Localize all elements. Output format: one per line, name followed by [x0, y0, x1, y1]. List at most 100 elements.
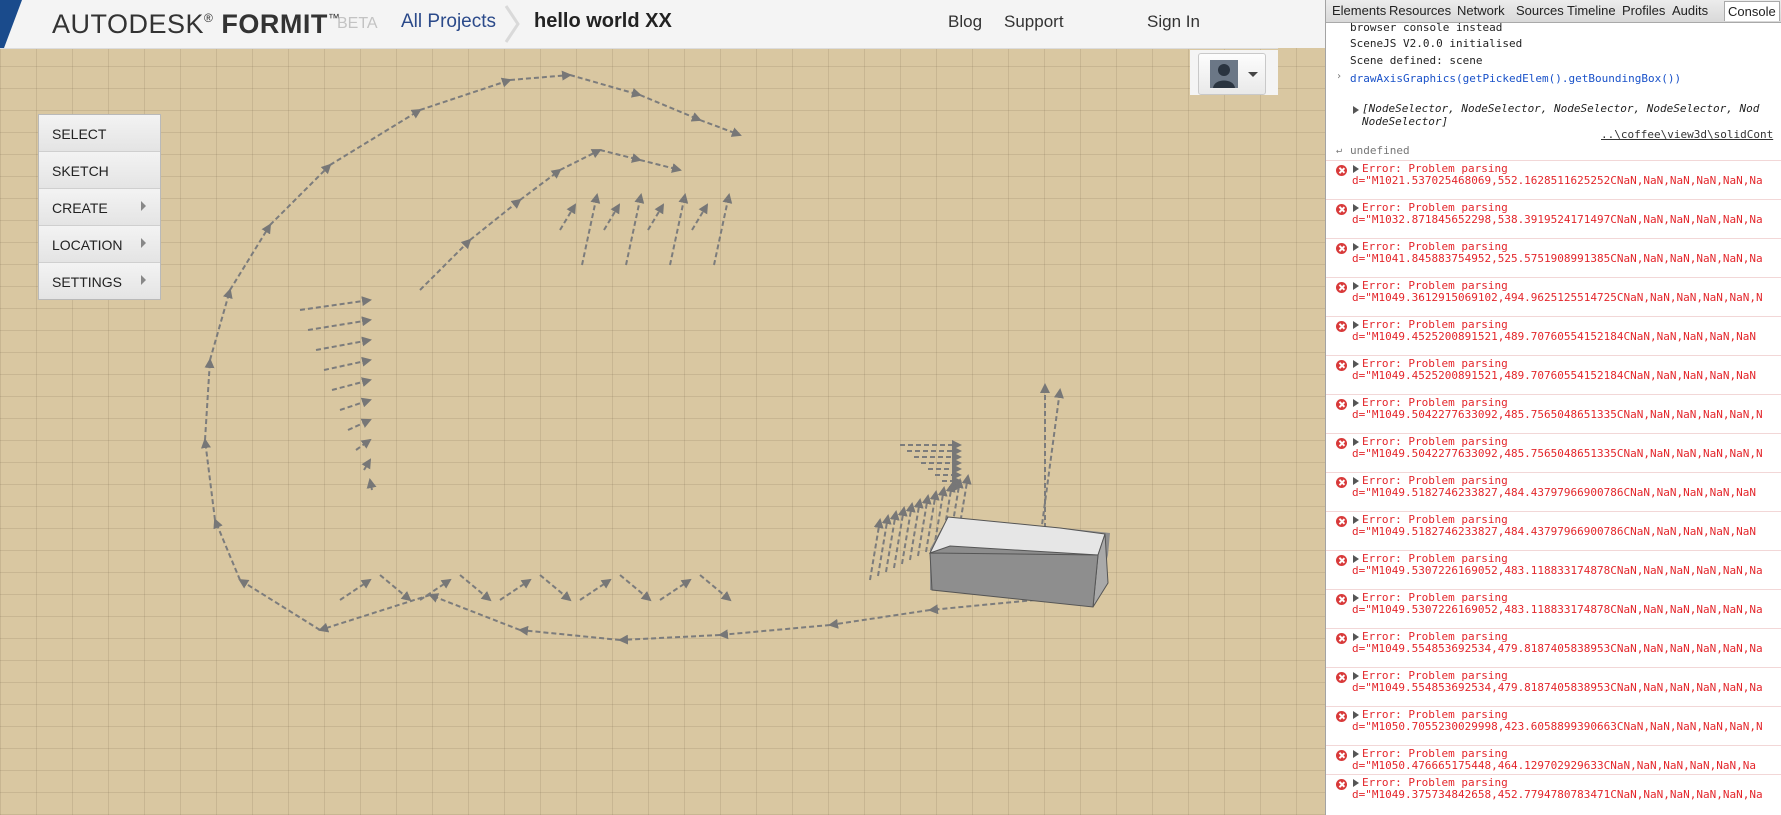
error-icon	[1336, 399, 1347, 410]
source-file-link[interactable]: ..\coffee\view3d\solidCont	[1601, 128, 1773, 141]
error-detail: d="M1050.7055230029998,423.6058899390663…	[1352, 720, 1763, 733]
error-icon	[1336, 633, 1347, 644]
axis-arrow	[315, 336, 372, 351]
console-error-row[interactable]: Error: Problem parsing d="M1049.504227763…	[1326, 394, 1781, 434]
console-error-row[interactable]: Error: Problem parsing d="M1049.452520089…	[1326, 355, 1781, 395]
error-icon	[1336, 438, 1347, 449]
expand-triangle-icon[interactable]	[1353, 779, 1359, 787]
error-icon	[1336, 555, 1347, 566]
user-menu-container	[1190, 50, 1278, 95]
axis-arrow	[238, 578, 321, 631]
selected-box[interactable]	[929, 516, 1110, 608]
expand-triangle-icon[interactable]	[1353, 106, 1359, 114]
axis-arrow	[201, 438, 216, 521]
error-detail: d="M1049.5182746233827,484.4379796690078…	[1352, 525, 1756, 538]
axis-arrow	[539, 574, 572, 602]
expand-triangle-icon[interactable]	[1353, 516, 1359, 524]
console-error-row[interactable]: Error: Problem parsing d="M1049.554853692…	[1326, 667, 1781, 707]
menu-label: CREATE	[52, 200, 108, 216]
support-link[interactable]: Support	[1004, 12, 1064, 32]
tab-sources[interactable]: Sources	[1516, 3, 1564, 18]
axis-arrow	[619, 574, 652, 602]
menu-item-settings[interactable]: SETTINGS	[39, 263, 160, 299]
user-menu-button[interactable]	[1198, 53, 1266, 95]
expand-triangle-icon[interactable]	[1353, 321, 1359, 329]
expand-triangle-icon[interactable]	[1353, 399, 1359, 407]
console-error-row[interactable]: Error: Problem parsing d="M1021.537025468…	[1326, 160, 1781, 200]
menu-item-sketch[interactable]: SKETCH	[39, 152, 160, 189]
menu-label: SELECT	[52, 126, 107, 142]
axis-arrow	[893, 506, 908, 569]
console-error-row[interactable]: Error: Problem parsing d="M1049.452520089…	[1326, 316, 1781, 356]
console-error-row[interactable]: Error: Problem parsing d="M1049.530722616…	[1326, 589, 1781, 629]
console-output[interactable]: browser console instead SceneJS V2.0.0 i…	[1326, 21, 1781, 815]
axis-arrow	[917, 494, 932, 557]
tab-network[interactable]: Network	[1457, 3, 1505, 18]
expand-triangle-icon[interactable]	[1353, 243, 1359, 251]
axis-arrow	[307, 316, 372, 331]
expand-triangle-icon[interactable]	[1353, 165, 1359, 173]
console-error-row[interactable]: Error: Problem parsing d="M1049.518274623…	[1326, 472, 1781, 512]
menu-item-select[interactable]: SELECT	[39, 115, 160, 152]
console-error-row[interactable]: Error: Problem parsing d="M1049.375734842…	[1326, 774, 1781, 814]
axis-arrow	[713, 193, 733, 266]
error-icon	[1336, 477, 1347, 488]
expand-triangle-icon[interactable]	[1353, 477, 1359, 485]
console-error-row[interactable]: Error: Problem parsing d="M1049.530722616…	[1326, 550, 1781, 590]
axis-arrow	[877, 514, 892, 577]
product-name: FORMIT	[221, 9, 328, 39]
expand-triangle-icon[interactable]	[1353, 555, 1359, 563]
axis-arrow	[869, 518, 884, 581]
result-array-line: NodeSelector]	[1362, 115, 1449, 128]
console-error-row[interactable]: Error: Problem parsing d="M1041.845883754…	[1326, 238, 1781, 278]
axis-arrow	[581, 193, 601, 266]
expand-triangle-icon[interactable]	[1353, 711, 1359, 719]
beta-label: BETA	[337, 15, 378, 32]
tab-resources[interactable]: Resources	[1389, 3, 1451, 18]
error-detail: d="M1041.845883754952,525.5751908991385C…	[1352, 252, 1763, 265]
axis-arrow	[828, 609, 931, 629]
brand-name: AUTODESK	[52, 9, 205, 39]
error-detail: d="M1049.4525200891521,489.7076055415218…	[1352, 369, 1756, 382]
axis-arrow	[569, 74, 642, 98]
console-error-row[interactable]: Error: Problem parsing d="M1050.705523002…	[1326, 706, 1781, 746]
tab-console[interactable]: Console	[1724, 1, 1780, 21]
console-error-row[interactable]: Error: Problem parsing d="M1032.871845652…	[1326, 199, 1781, 239]
axis-arrow	[909, 498, 924, 561]
menu-item-location[interactable]: LOCATION	[39, 226, 160, 263]
console-error-row[interactable]: Error: Problem parsing d="M1049.554853692…	[1326, 628, 1781, 668]
expand-triangle-icon[interactable]	[1353, 672, 1359, 680]
autodesk-logo-icon	[0, 0, 22, 48]
console-error-row[interactable]: Error: Problem parsing d="M1049.518274623…	[1326, 511, 1781, 551]
expand-triangle-icon[interactable]	[1353, 633, 1359, 641]
tab-timeline[interactable]: Timeline	[1567, 3, 1616, 18]
axis-arrow	[355, 438, 372, 451]
error-detail: d="M1049.554853692534,479.8187405838953C…	[1352, 642, 1763, 655]
3d-viewport[interactable]	[0, 0, 1325, 815]
axis-arrow	[318, 594, 431, 633]
blog-link[interactable]: Blog	[948, 12, 982, 32]
tab-profiles[interactable]: Profiles	[1622, 3, 1665, 18]
formit-app: AUTODESK® FORMIT™ BETA All Projects hell…	[0, 0, 1325, 815]
product-logo[interactable]: AUTODESK® FORMIT™	[52, 9, 340, 40]
console-log-line: browser console instead	[1350, 21, 1503, 34]
axis-arrow	[647, 203, 665, 231]
expand-triangle-icon[interactable]	[1353, 282, 1359, 290]
tab-elements[interactable]: Elements	[1332, 3, 1386, 18]
menu-label: SKETCH	[52, 163, 109, 179]
expand-triangle-icon[interactable]	[1353, 438, 1359, 446]
expand-triangle-icon[interactable]	[1353, 204, 1359, 212]
console-error-row[interactable]: Error: Problem parsing d="M1049.504227763…	[1326, 433, 1781, 473]
axis-arrow	[599, 149, 642, 163]
expand-triangle-icon[interactable]	[1353, 594, 1359, 602]
tab-audits[interactable]: Audits	[1672, 3, 1708, 18]
expand-triangle-icon[interactable]	[1353, 750, 1359, 758]
expand-triangle-icon[interactable]	[1353, 360, 1359, 368]
menu-item-create[interactable]: CREATE	[39, 189, 160, 226]
error-icon	[1336, 711, 1347, 722]
axis-arrow	[366, 478, 377, 491]
console-error-row[interactable]: Error: Problem parsing d="M1049.361291506…	[1326, 277, 1781, 317]
all-projects-link[interactable]: All Projects	[401, 11, 496, 33]
sign-in-link[interactable]: Sign In	[1147, 12, 1200, 32]
error-detail: d="M1021.537025468069,552.1628511625252C…	[1352, 174, 1763, 187]
